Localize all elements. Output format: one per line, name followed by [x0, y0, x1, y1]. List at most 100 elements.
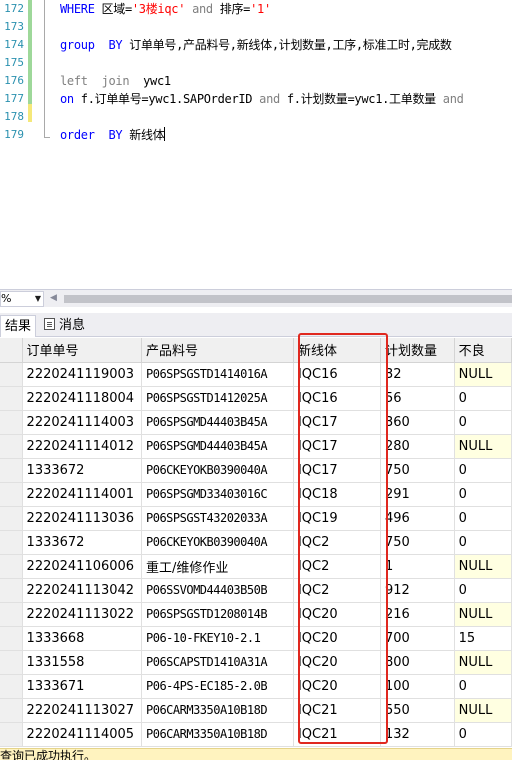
- row-header[interactable]: [0, 506, 23, 531]
- cell-order-no[interactable]: 1333672: [22, 530, 143, 555]
- table-row[interactable]: 2220241113036 P06SPSGST43202033A IQC19 496 0: [0, 506, 512, 531]
- cell-defect[interactable]: 0: [454, 386, 512, 411]
- cell-part-no[interactable]: P06-10-FKEY10-2.1: [141, 626, 294, 651]
- cell-order-no[interactable]: 2220241114005: [22, 722, 143, 747]
- cell-line[interactable]: IQC16: [293, 362, 381, 387]
- row-header[interactable]: [0, 554, 23, 579]
- row-header[interactable]: [0, 434, 23, 459]
- row-header[interactable]: [0, 602, 23, 627]
- row-header[interactable]: [0, 410, 23, 435]
- cell-line[interactable]: IQC16: [293, 386, 381, 411]
- results-grid[interactable]: 订单单号 产品料号 新线体 计划数量 不良 2220241119003 P06SP…: [0, 338, 512, 748]
- cell-plan-qty[interactable]: 216: [380, 602, 455, 627]
- table-row[interactable]: 2220241113022 P06SPSGSTD1208014B IQC20 216 N…: [0, 602, 512, 627]
- cell-order-no[interactable]: 2220241114012: [22, 434, 143, 459]
- cell-order-no[interactable]: 2220241113036: [22, 506, 143, 531]
- column-header-part-no[interactable]: 产品料号: [141, 338, 294, 363]
- cell-part-no[interactable]: P06SPSGST43202033A: [141, 506, 294, 531]
- table-row[interactable]: 2220241114005 P06CARM3350A10B18D IQC21 132 0: [0, 722, 512, 747]
- table-row[interactable]: 2220241113027 P06CARM3350A10B18D IQC21 550 N…: [0, 698, 512, 723]
- cell-order-no[interactable]: 1333668: [22, 626, 143, 651]
- cell-part-no[interactable]: 重工/维修作业: [141, 554, 294, 579]
- cell-part-no[interactable]: P06SCAPSTD1410A31A: [141, 650, 294, 675]
- cell-part-no[interactable]: P06CARM3350A10B18D: [141, 698, 294, 723]
- cell-line[interactable]: IQC2: [293, 578, 381, 603]
- row-header[interactable]: [0, 578, 23, 603]
- cell-line[interactable]: IQC19: [293, 506, 381, 531]
- cell-plan-qty[interactable]: 550: [380, 698, 455, 723]
- cell-line[interactable]: IQC20: [293, 626, 381, 651]
- row-header[interactable]: [0, 482, 23, 507]
- cell-plan-qty[interactable]: 132: [380, 722, 455, 747]
- cell-line[interactable]: IQC17: [293, 410, 381, 435]
- row-header[interactable]: [0, 530, 23, 555]
- row-header[interactable]: [0, 386, 23, 411]
- row-header[interactable]: [0, 458, 23, 483]
- code-line-176[interactable]: left join ywc1: [60, 72, 171, 90]
- cell-part-no[interactable]: P06SPSGMD33403016C: [141, 482, 294, 507]
- cell-order-no[interactable]: 1331558: [22, 650, 143, 675]
- cell-defect[interactable]: NULL: [454, 434, 512, 459]
- tab-results[interactable]: 结果: [0, 315, 36, 337]
- cell-part-no[interactable]: P06SPSGSTD1412025A: [141, 386, 294, 411]
- cell-order-no[interactable]: 2220241106006: [22, 554, 143, 579]
- cell-order-no[interactable]: 2220241114003: [22, 410, 143, 435]
- cell-defect[interactable]: 0: [454, 410, 512, 435]
- table-row[interactable]: 1333671 P06-4PS-EC185-2.0B IQC20 100 0: [0, 674, 512, 699]
- table-row[interactable]: 2220241119003 P06SPSGSTD1414016A IQC16 32 NU…: [0, 362, 512, 387]
- cell-order-no[interactable]: 2220241113027: [22, 698, 143, 723]
- row-header[interactable]: [0, 362, 23, 387]
- cell-line[interactable]: IQC20: [293, 674, 381, 699]
- cell-plan-qty[interactable]: 360: [380, 410, 455, 435]
- cell-part-no[interactable]: P06CKEYOKB0390040A: [141, 458, 294, 483]
- scroll-left-arrow-icon[interactable]: ◀: [50, 293, 60, 305]
- cell-order-no[interactable]: 2220241119003: [22, 362, 143, 387]
- cell-line[interactable]: IQC21: [293, 698, 381, 723]
- column-header-plan-qty[interactable]: 计划数量: [380, 338, 455, 363]
- table-row[interactable]: 1333668 P06-10-FKEY10-2.1 IQC20 700 15: [0, 626, 512, 651]
- cell-line[interactable]: IQC20: [293, 602, 381, 627]
- cell-plan-qty[interactable]: 100: [380, 674, 455, 699]
- zoom-select[interactable]: % ▼: [0, 291, 44, 307]
- table-row[interactable]: 1333672 P06CKEYOKB0390040A IQC2 750 0: [0, 530, 512, 555]
- column-header-order-no[interactable]: 订单单号: [22, 338, 143, 363]
- table-row[interactable]: 1331558 P06SCAPSTD1410A31A IQC20 800 NULL: [0, 650, 512, 675]
- column-header-line[interactable]: 新线体: [293, 338, 381, 363]
- cell-part-no[interactable]: P06CARM3350A10B18D: [141, 722, 294, 747]
- cell-plan-qty[interactable]: 291: [380, 482, 455, 507]
- cell-line[interactable]: IQC20: [293, 650, 381, 675]
- horizontal-scrollbar-thumb[interactable]: [64, 295, 512, 303]
- cell-order-no[interactable]: 2220241114001: [22, 482, 143, 507]
- cell-plan-qty[interactable]: 56: [380, 386, 455, 411]
- cell-defect[interactable]: NULL: [454, 362, 512, 387]
- cell-line[interactable]: IQC18: [293, 482, 381, 507]
- code-line-179[interactable]: order BY 新线体: [60, 126, 166, 144]
- cell-plan-qty[interactable]: 1: [380, 554, 455, 579]
- cell-order-no[interactable]: 1333671: [22, 674, 143, 699]
- cell-line[interactable]: IQC21: [293, 722, 381, 747]
- cell-defect[interactable]: NULL: [454, 698, 512, 723]
- cell-line[interactable]: IQC2: [293, 530, 381, 555]
- cell-plan-qty[interactable]: 496: [380, 506, 455, 531]
- cell-part-no[interactable]: P06SSVOMD44403B50B: [141, 578, 294, 603]
- cell-plan-qty[interactable]: 32: [380, 362, 455, 387]
- table-row[interactable]: 2220241106006 重工/维修作业 IQC2 1 NULL: [0, 554, 512, 579]
- code-line-174[interactable]: group BY 订单单号,产品料号,新线体,计划数量,工序,标准工时,完成数: [60, 36, 452, 54]
- row-header[interactable]: [0, 626, 23, 651]
- cell-part-no[interactable]: P06SPSGSTD1208014B: [141, 602, 294, 627]
- cell-defect[interactable]: 0: [454, 458, 512, 483]
- cell-plan-qty[interactable]: 750: [380, 530, 455, 555]
- column-header-defect[interactable]: 不良: [454, 338, 512, 363]
- cell-part-no[interactable]: P06-4PS-EC185-2.0B: [141, 674, 294, 699]
- cell-line[interactable]: IQC2: [293, 554, 381, 579]
- cell-defect[interactable]: 0: [454, 674, 512, 699]
- cell-order-no[interactable]: 2220241113022: [22, 602, 143, 627]
- cell-plan-qty[interactable]: 750: [380, 458, 455, 483]
- table-row[interactable]: 2220241113042 P06SSVOMD44403B50B IQC2 912 0: [0, 578, 512, 603]
- cell-order-no[interactable]: 1333672: [22, 458, 143, 483]
- cell-line[interactable]: IQC17: [293, 434, 381, 459]
- row-header[interactable]: [0, 722, 23, 747]
- cell-defect[interactable]: NULL: [454, 602, 512, 627]
- cell-order-no[interactable]: 2220241118004: [22, 386, 143, 411]
- cell-line[interactable]: IQC17: [293, 458, 381, 483]
